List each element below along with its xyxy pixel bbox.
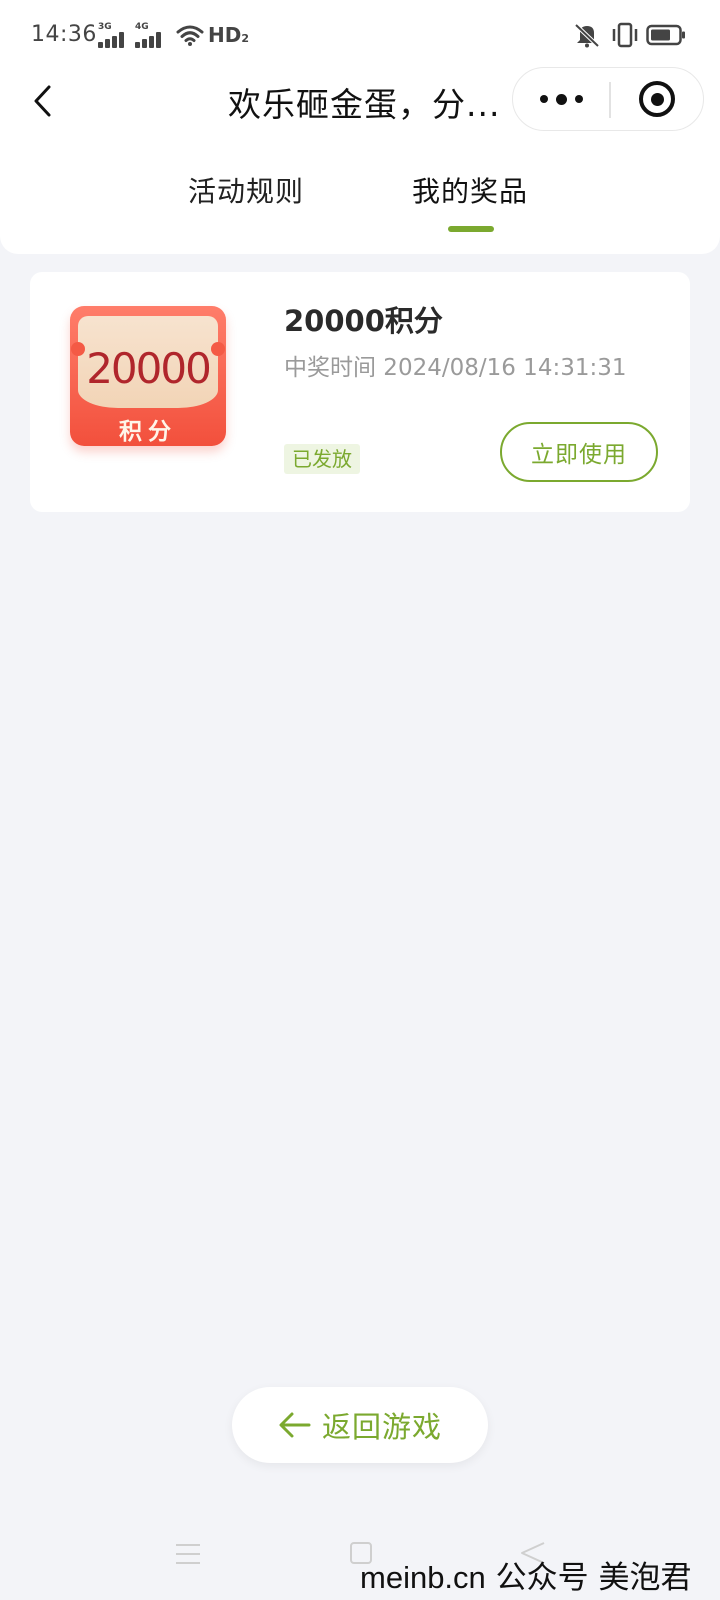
close-mini-program-button[interactable] — [610, 68, 704, 130]
chevron-left-icon — [34, 85, 51, 117]
more-dot-icon — [555, 93, 567, 105]
back-to-game-button[interactable]: 返回游戏 — [232, 1387, 488, 1463]
hd-voice-label: HD2 — [208, 23, 249, 47]
coupon-unit: 积分 — [119, 419, 177, 445]
vibrate-icon — [612, 22, 638, 48]
watermark: meinb.cn 公众号 美泡君 — [360, 1552, 692, 1597]
watermark-text: 公众号 美泡君 — [495, 1560, 692, 1596]
prize-time: 中奖时间 2024/08/16 14:31:31 — [284, 355, 627, 381]
status-bar: 14:36 3G 4G HD2 — [0, 0, 720, 70]
signal-3g-label: 3G — [98, 22, 112, 32]
target-icon — [639, 81, 675, 117]
more-dot-icon — [539, 95, 548, 103]
tab-bar: 活动规则 我的奖品 — [0, 160, 720, 240]
status-time: 14:36 — [31, 22, 97, 47]
back-button[interactable] — [22, 76, 62, 126]
screen: 14:36 3G 4G HD2 欢乐砸金蛋，分... 活动规则 我的奖品 200… — [0, 0, 720, 1600]
status-badge: 已发放 — [284, 444, 360, 474]
back-to-game-label: 返回游戏 — [321, 1410, 442, 1444]
prize-card: 20000 积分 20000积分 中奖时间 2024/08/16 14:31:3… — [30, 272, 690, 512]
coupon-amount: 20000 — [86, 344, 212, 393]
header: 14:36 3G 4G HD2 欢乐砸金蛋，分... 活动规则 我的奖品 — [0, 0, 720, 254]
wifi-icon — [176, 25, 204, 46]
points-coupon-image: 20000 积分 — [70, 306, 226, 446]
recent-apps-icon[interactable] — [176, 1544, 200, 1566]
watermark-site: meinb.cn — [360, 1560, 486, 1595]
use-now-button[interactable]: 立即使用 — [500, 422, 658, 482]
tab-active-indicator — [448, 226, 494, 232]
prize-name: 20000积分 — [284, 304, 443, 338]
more-dot-icon — [574, 95, 583, 103]
more-button[interactable] — [513, 68, 609, 130]
tab-activity-rules[interactable]: 活动规则 — [188, 170, 304, 210]
nav-bar: 欢乐砸金蛋，分... — [0, 67, 720, 146]
coupon-ticket: 20000 — [71, 316, 225, 408]
arrow-left-icon — [279, 1412, 311, 1438]
mute-bell-icon — [574, 23, 600, 48]
page-title: 欢乐砸金蛋，分... — [228, 85, 498, 124]
signal-4g-label: 4G — [135, 22, 149, 32]
mini-program-capsule — [512, 67, 704, 131]
tab-my-prizes[interactable]: 我的奖品 — [412, 170, 528, 210]
battery-icon — [646, 24, 685, 46]
